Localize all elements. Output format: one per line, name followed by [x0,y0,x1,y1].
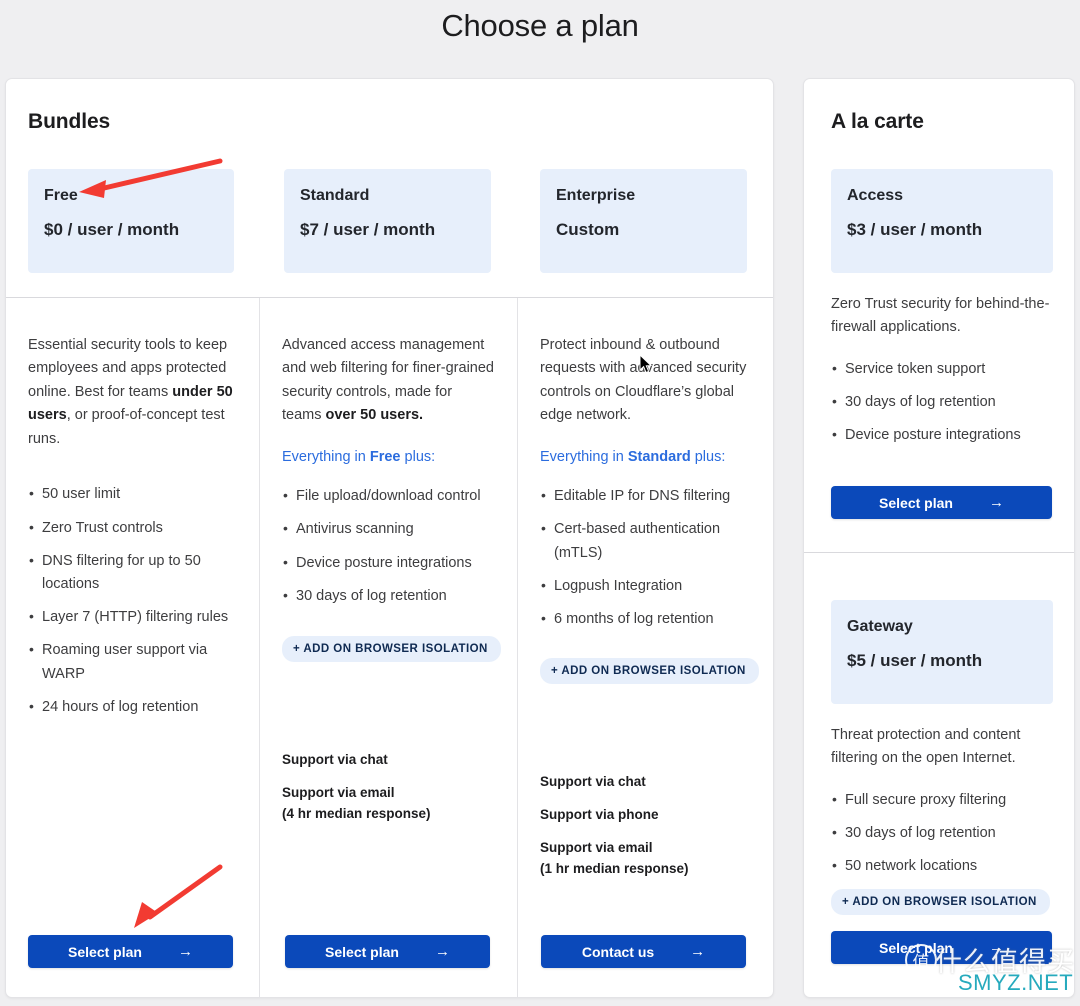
feature-item: Logpush Integration [540,574,751,598]
select-plan-button-gateway[interactable]: Select plan → [831,931,1052,964]
feature-item: Roaming user support via WARP [28,638,237,685]
alacarte-gateway-details: Threat protection and content filtering … [831,724,1053,915]
cta-label-gateway: Select plan [879,939,953,956]
feature-list-enterprise: Editable IP for DNS filtering Cert-based … [540,484,751,631]
page-title: Choose a plan [441,8,639,43]
access-description: Zero Trust security for behind-the-firew… [831,296,1050,336]
plan-chip-free[interactable]: Free $0 / user / month [28,169,234,273]
product-chip-access[interactable]: Access $3 / user / month [831,169,1053,273]
select-plan-button-free[interactable]: Select plan → [28,935,233,968]
feature-item: 24 hours of log retention [28,695,237,719]
product-price-gateway: $5 / user / month [847,651,983,670]
support-line: Support via chat [282,751,388,767]
feature-item: 30 days of log retention [282,584,495,608]
feature-item: 30 days of log retention [831,821,1053,845]
select-plan-button-access[interactable]: Select plan → [831,486,1052,519]
plan-name-standard: Standard [300,187,370,204]
plan-chip-enterprise[interactable]: Enterprise Custom [540,169,747,273]
arrow-right-icon: → [988,494,1004,511]
arrow-right-icon: → [177,943,193,960]
addon-browser-isolation-badge-enterprise[interactable]: + ADD ON BROWSER ISOLATION [540,658,759,685]
feature-item: Zero Trust controls [28,516,237,540]
plan-name-free: Free [44,187,78,204]
support-line: Support via phone [540,806,659,822]
feature-list-access: Service token support 30 days of log rete… [831,357,1053,448]
addon-browser-isolation-badge-standard[interactable]: + ADD ON BROWSER ISOLATION [282,635,501,662]
feature-item: Editable IP for DNS filtering [540,484,751,508]
feature-item: 6 months of log retention [540,607,751,631]
support-line: Support via email (1 hr median response) [540,839,689,876]
feature-list-gateway: Full secure proxy filtering 30 days of lo… [831,788,1053,879]
bundle-blurb-standard: Advanced access management and web filte… [282,337,494,424]
product-name-gateway: Gateway [847,618,913,635]
select-plan-button-standard[interactable]: Select plan → [285,935,490,968]
support-block-enterprise: Support via chat Support via phone Support… [540,772,751,880]
feature-item: Device posture integrations [831,423,1053,447]
feature-item: 50 network locations [831,854,1053,878]
feature-item: Service token support [831,357,1053,381]
support-line: Support via chat [540,774,646,790]
feature-item: Device posture integrations [282,550,495,575]
alacarte-access-details: Zero Trust security for behind-the-firew… [831,293,1053,458]
cta-label-standard: Select plan [325,943,399,960]
feature-list-standard: File upload/download control Antivirus sc… [282,484,495,608]
product-price-access: $3 / user / month [847,220,983,239]
plan-price-standard: $7 / user / month [300,220,436,239]
arrow-right-icon: → [434,943,450,960]
feature-item: DNS filtering for up to 50 locations [28,549,237,596]
product-chip-gateway[interactable]: Gateway $5 / user / month [831,600,1053,704]
pricing-page: Choose a plan Bundles Free $0 / user / m… [0,0,1080,1006]
feature-item: Layer 7 (HTTP) filtering rules [28,605,237,629]
bundle-blurb-enterprise: Protect inbound & outbound requests with… [540,337,747,424]
feature-item: Cert-based authentication (mTLS) [540,517,751,564]
addon-browser-isolation-badge-gateway[interactable]: + ADD ON BROWSER ISOLATION [831,888,1050,915]
plan-price-enterprise: Custom [556,220,620,239]
feature-item: Antivirus scanning [282,517,495,541]
product-name-access: Access [847,187,904,204]
feature-item: File upload/download control [282,484,495,508]
bundle-column-free: Essential security tools to keep employe… [6,298,259,997]
cta-label-access: Select plan [879,494,953,511]
plan-price-free: $0 / user / month [44,220,180,239]
support-line: Support via email (4 hr median response) [282,784,431,821]
cta-label-free: Select plan [68,943,142,960]
feature-item: Full secure proxy filtering [831,788,1053,812]
feature-list-free: 50 user limit Zero Trust controls DNS filt… [28,482,237,719]
cta-label-enterprise: Contact us [581,943,655,960]
plan-name-enterprise: Enterprise [556,187,636,204]
bundle-column-standard: Advanced access management and web filte… [260,298,517,997]
arrow-right-icon: → [690,943,706,960]
arrow-right-icon: → [988,939,1004,956]
alacarte-horizontal-divider [804,552,1074,553]
feature-item: 30 days of log retention [831,390,1053,414]
feature-item: 50 user limit [28,482,237,506]
bundle-blurb-free: Essential security tools to keep employe… [28,337,233,447]
bundle-column-enterprise: Protect inbound & outbound requests with… [518,298,773,997]
plan-chip-standard[interactable]: Standard $7 / user / month [284,169,491,273]
everything-in-label-enterprise: Everything in Standard plus: [540,448,726,465]
everything-in-label-standard: Everything in Free plus: [282,448,436,465]
gateway-description: Threat protection and content filtering … [831,727,1021,767]
alacarte-heading: A la carte [831,110,924,133]
bundles-heading: Bundles [28,110,111,133]
contact-us-button-enterprise[interactable]: Contact us → [541,935,746,968]
support-block-standard: Support via chat Support via email (4 hr m… [282,750,495,825]
